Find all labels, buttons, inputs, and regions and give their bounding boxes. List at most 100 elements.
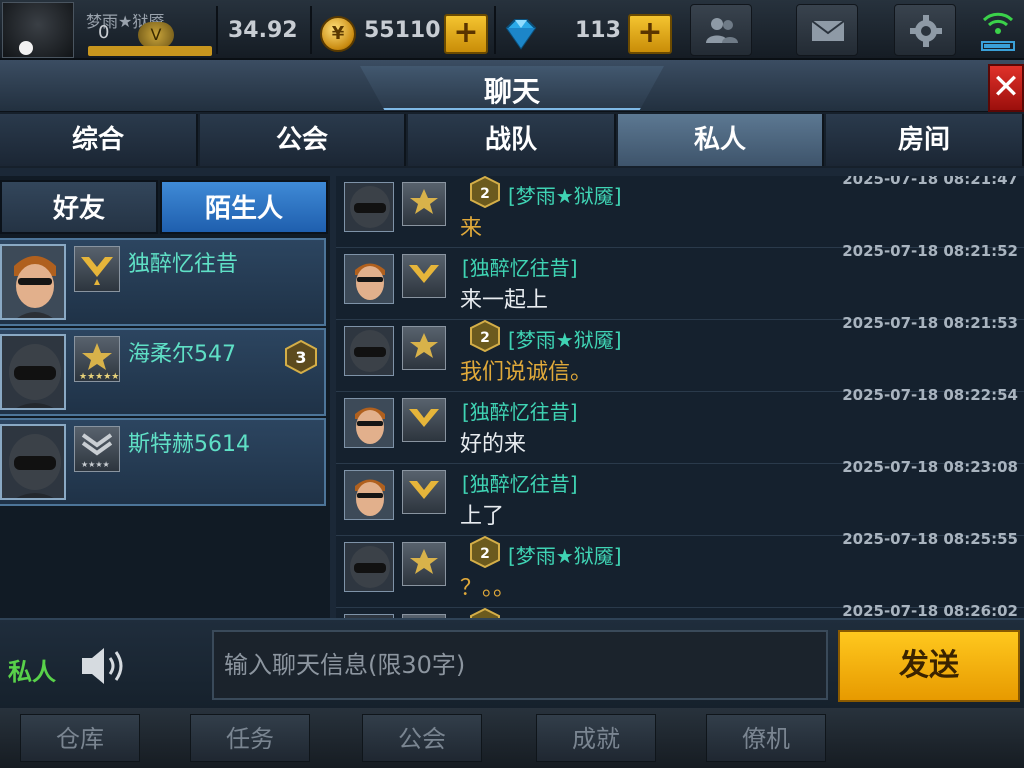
helmet-avatar-icon	[345, 183, 393, 231]
diamond-icon	[505, 19, 537, 50]
nav-missions[interactable]: 任务	[190, 714, 310, 762]
rank-stars-icon	[402, 182, 446, 226]
message-text: 我们说诚信。	[460, 360, 593, 385]
chat-title: 聊天	[483, 75, 540, 108]
nav-achievements[interactable]: 成就	[536, 714, 656, 762]
message-text: ？。。	[460, 576, 516, 601]
contact-list-panel: 好友 陌生人 独醉忆往昔 ★★★★★ 海柔尔547 3 ★★★★ 斯特赫5614	[0, 176, 330, 682]
rank-stars-icon	[402, 326, 446, 370]
svg-text:3: 3	[295, 348, 306, 367]
avatar	[344, 326, 394, 376]
add-gold-button[interactable]: +	[444, 14, 488, 54]
helmet-avatar-icon	[2, 336, 64, 408]
message-sender[interactable]: [梦雨★狱魇]	[508, 324, 622, 353]
gold-amount: 55110	[364, 18, 441, 43]
mail-icon	[811, 20, 845, 41]
nav-guild[interactable]: 公会	[362, 714, 482, 762]
message-time: 2025-07-18 08:21:53	[842, 314, 1018, 332]
message-list[interactable]: 2 [梦雨★狱魇] 来 2025-07-18 08:21:47 [独醉忆往昔] …	[336, 176, 1024, 682]
message-sender[interactable]: [独醉忆往昔]	[462, 252, 578, 281]
level-badge-icon: 3	[285, 340, 317, 374]
avatar	[0, 244, 66, 320]
tab-team[interactable]: 战队	[408, 114, 616, 166]
sunglasses-avatar-icon	[345, 471, 393, 519]
message-text: 来	[460, 216, 483, 241]
game-screen: 梦雨★狱魇 0 V 34.92 ¥ 55110 + 113 + 聊天 ✕ 综合 …	[0, 0, 1024, 768]
rank-wings-icon	[74, 246, 120, 292]
message-text: 好的来	[460, 432, 527, 457]
avatar	[344, 254, 394, 304]
tab-private[interactable]: 私人	[618, 114, 824, 166]
current-channel-label: 私人	[8, 658, 56, 686]
bottom-nav: 仓库 任务 公会 成就 僚机	[0, 708, 1024, 768]
vip-badge-icon: V	[138, 22, 174, 48]
friends-icon	[706, 18, 738, 43]
status-dot	[19, 41, 33, 55]
svg-text:2: 2	[480, 330, 490, 346]
svg-text:2: 2	[480, 186, 490, 202]
top-bar: 梦雨★狱魇 0 V 34.92 ¥ 55110 + 113 +	[0, 0, 1024, 60]
send-button[interactable]: 发送	[838, 630, 1020, 702]
settings-icon	[910, 15, 942, 47]
contact-item[interactable]: ★★★★★ 海柔尔547 3	[0, 328, 326, 416]
contact-name: 斯特赫5614	[128, 432, 250, 457]
vip-badge-icon: 2	[470, 176, 500, 208]
nav-wingman[interactable]: 僚机	[706, 714, 826, 762]
divider	[310, 6, 312, 54]
message-text: 来一起上	[460, 288, 549, 313]
avatar	[344, 398, 394, 448]
experience-bar	[88, 46, 212, 56]
tab-room[interactable]: 房间	[826, 114, 1024, 166]
friends-button[interactable]	[690, 4, 752, 56]
gold-coin-icon: ¥	[320, 16, 356, 52]
rank-stars-icon	[402, 542, 446, 586]
message-sender[interactable]: [梦雨★狱魇]	[508, 540, 622, 569]
message-time: 2025-07-18 08:25:55	[842, 530, 1018, 548]
message-item: [独醉忆往昔] 好的来 2025-07-18 08:22:54	[336, 386, 1024, 464]
contact-name: 海柔尔547	[128, 342, 236, 367]
svg-text:★★★★★: ★★★★★	[79, 372, 119, 381]
rank-wings-icon	[402, 398, 446, 442]
nav-warehouse[interactable]: 仓库	[20, 714, 140, 762]
tab-guild[interactable]: 公会	[200, 114, 406, 166]
settings-button[interactable]	[894, 4, 956, 56]
message-text: 上了	[460, 504, 505, 529]
close-button[interactable]: ✕	[988, 64, 1024, 112]
stat-value: 34.92	[228, 18, 298, 43]
svg-text:2: 2	[480, 546, 490, 562]
divider	[216, 6, 218, 54]
diamond-amount: 113	[575, 18, 621, 43]
message-item: [独醉忆往昔] 来一起上 2025-07-18 08:21:52	[336, 242, 1024, 320]
rank-wings-icon	[402, 470, 446, 514]
message-time: 2025-07-18 08:22:54	[842, 386, 1018, 404]
avatar	[344, 182, 394, 232]
message-time: 2025-07-18 08:23:08	[842, 458, 1018, 476]
sunglasses-avatar-icon	[2, 246, 64, 318]
chat-message-input[interactable]	[212, 630, 828, 700]
avatar	[0, 334, 66, 410]
contact-item[interactable]: ★★★★ 斯特赫5614	[0, 418, 326, 506]
subtab-friends[interactable]: 好友	[0, 180, 158, 234]
rank-wings-icon	[402, 254, 446, 298]
contact-item[interactable]: 独醉忆往昔	[0, 238, 326, 326]
add-diamond-button[interactable]: +	[628, 14, 672, 54]
channel-tabs: 综合 公会 战队 私人 房间	[0, 112, 1024, 168]
divider	[494, 6, 496, 54]
avatar	[344, 542, 394, 592]
player-avatar[interactable]	[2, 2, 74, 58]
message-sender[interactable]: [独醉忆往昔]	[462, 468, 578, 497]
sunglasses-avatar-icon	[345, 255, 393, 303]
message-sender[interactable]: [独醉忆往昔]	[462, 396, 578, 425]
avatar	[344, 470, 394, 520]
avatar	[0, 424, 66, 500]
subtab-strangers[interactable]: 陌生人	[160, 180, 328, 234]
message-sender[interactable]: [梦雨★狱魇]	[508, 180, 622, 209]
message-time: 2025-07-18 08:21:52	[842, 242, 1018, 260]
message-time: 2025-07-18 08:21:47	[842, 176, 1018, 188]
vip-badge-icon: 2	[470, 320, 500, 352]
speaker-icon[interactable]	[78, 642, 134, 690]
tab-general[interactable]: 综合	[0, 114, 198, 166]
mail-button[interactable]	[796, 4, 858, 56]
message-item: 2 [梦雨★狱魇] 来 2025-07-18 08:21:47	[336, 176, 1024, 248]
player-level: 0	[98, 22, 110, 43]
